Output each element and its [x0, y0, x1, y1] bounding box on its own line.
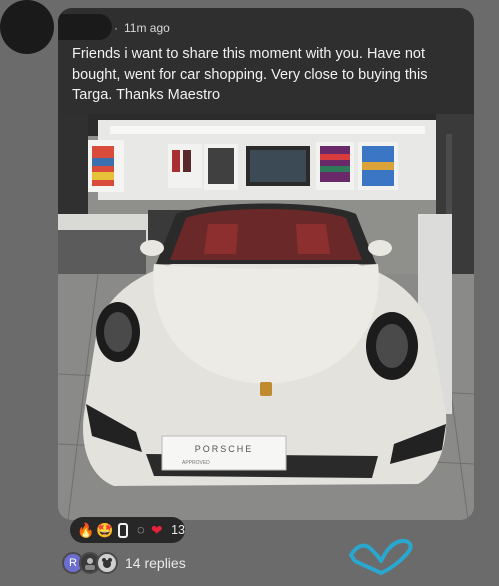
person-icon: [85, 558, 95, 570]
heart-icon[interactable]: ❤: [150, 522, 163, 538]
dog-icon: [102, 558, 112, 568]
post-card: · 11m ago Friends i want to share this mo…: [58, 8, 474, 520]
plate-brand: PORSCHE: [195, 444, 254, 454]
porsche-targa-photo: PORSCHE APPROVED: [58, 114, 474, 520]
post-meta: · 11m ago: [114, 21, 170, 35]
fire-icon[interactable]: 🔥: [77, 522, 94, 538]
plate-sub: APPROVED: [182, 460, 210, 466]
separator-dot: ·: [114, 21, 118, 35]
replies-count[interactable]: 14 replies: [125, 555, 186, 571]
author-name-redacted[interactable]: [58, 14, 112, 40]
reaction-count: 13: [171, 523, 186, 537]
reactions-bar[interactable]: 🔥 🤩 ◌ ❤ 13: [70, 517, 185, 543]
reply-avatar-dog: [96, 552, 118, 574]
star-struck-icon[interactable]: 🤩: [96, 522, 113, 538]
post-timestamp[interactable]: 11m ago: [124, 21, 170, 35]
spinner-icon[interactable]: ◌: [134, 522, 147, 538]
heart-scribble-icon: [349, 538, 413, 575]
replies-row[interactable]: R 14 replies: [62, 550, 186, 576]
post-body: Friends i want to share this moment with…: [72, 46, 428, 103]
user-avatar-redacted[interactable]: [0, 0, 54, 54]
ghost-square-icon[interactable]: [118, 522, 129, 538]
post-photo[interactable]: PORSCHE APPROVED: [58, 114, 474, 520]
